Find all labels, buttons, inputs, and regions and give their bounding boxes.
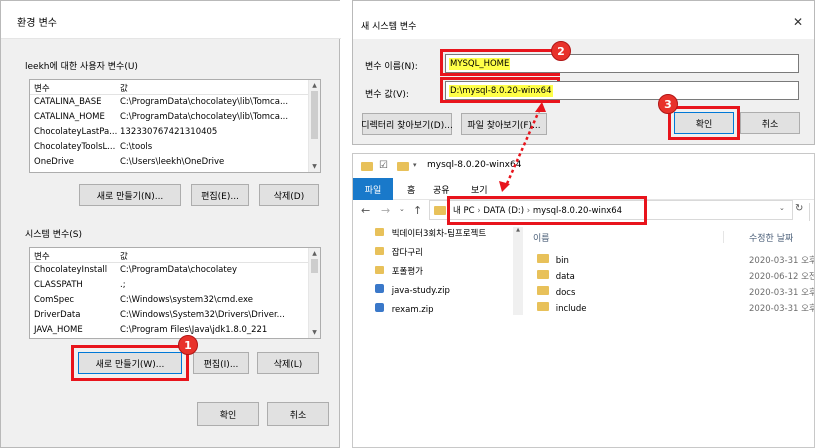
- dotted-connector-line: [504, 103, 544, 187]
- annotation-arrow-overlay: [499, 102, 546, 192]
- arrow-head-up-icon: [535, 102, 546, 112]
